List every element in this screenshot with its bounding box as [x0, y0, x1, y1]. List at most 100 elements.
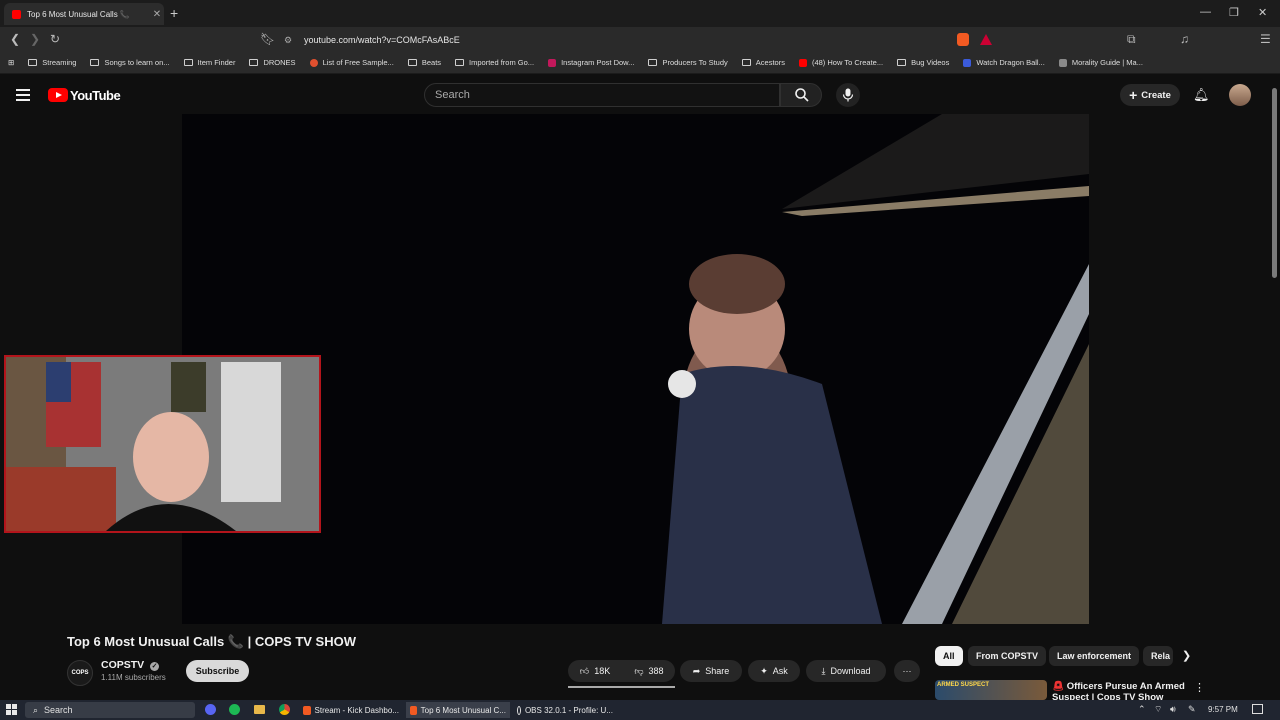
like-button[interactable]: 👍︎ 18K — [568, 660, 622, 682]
taskbar-app[interactable]: Stream - Kick Dashbo... — [299, 702, 403, 718]
bookmark-item[interactable]: Bug Videos — [897, 58, 949, 67]
more-actions-icon[interactable]: ··· — [894, 660, 920, 682]
microphone-icon — [842, 88, 854, 102]
bookmark-item[interactable]: Songs to learn on... — [90, 58, 170, 67]
url-text: youtube.com/watch?v=COMcFAsABcE — [304, 35, 460, 45]
chip-related[interactable]: Rela — [1143, 646, 1173, 666]
user-avatar[interactable] — [1229, 84, 1251, 106]
share-button[interactable]: ➦ Share — [680, 660, 742, 682]
taskbar-search[interactable]: ⌕ Search — [25, 702, 195, 718]
reload-icon[interactable]: ↻ — [50, 32, 60, 46]
browser-tab-bar — [0, 0, 1280, 27]
subscribe-button[interactable]: Subscribe — [186, 660, 249, 682]
minimize-icon[interactable]: — — [1200, 6, 1211, 18]
bookmark-item[interactable]: Watch Dragon Ball... — [963, 58, 1045, 67]
plus-icon: + — [1129, 87, 1138, 103]
brave-icon — [303, 705, 311, 715]
folder-icon — [741, 59, 751, 66]
youtube-logo-icon[interactable] — [48, 88, 68, 102]
site-icon — [963, 58, 972, 67]
bookmark-item[interactable]: Imported from Go... — [455, 58, 534, 67]
chip-all[interactable]: All — [935, 646, 963, 666]
webcam-overlay — [4, 355, 321, 533]
download-button[interactable]: ⤓ Download — [806, 660, 886, 682]
create-button[interactable]: + Create — [1120, 84, 1180, 106]
brave-shield-icon[interactable] — [957, 33, 969, 46]
tab-close-icon[interactable]: ✕ — [150, 9, 164, 20]
folder-icon — [28, 59, 38, 66]
recommendation-thumbnail[interactable]: ARMED SUSPECT — [935, 680, 1047, 700]
search-icon — [795, 88, 809, 102]
bookmark-item[interactable]: Streaming — [28, 58, 76, 67]
notification-center-icon[interactable] — [1252, 704, 1263, 714]
recommendation-menu-icon[interactable]: ⋮ — [1194, 681, 1205, 694]
site-info-icon[interactable]: ⚙ — [284, 35, 304, 46]
pen-icon[interactable]: ✎ — [1188, 704, 1196, 715]
bookmark-item[interactable]: (48) How To Create... — [798, 58, 883, 67]
page-scrollbar[interactable] — [1272, 88, 1277, 278]
discord-icon[interactable] — [205, 704, 216, 715]
address-bar[interactable]: ⚙ youtube.com/watch?v=COMcFAsABcE — [278, 31, 998, 49]
volume-icon[interactable]: 🔊︎ — [1170, 704, 1176, 715]
video-title: Top 6 Most Unusual Calls 📞 | COPS TV SHO… — [67, 634, 356, 649]
share-icon: ➦ — [692, 665, 701, 676]
spotify-icon[interactable] — [229, 704, 240, 715]
site-icon — [548, 58, 557, 67]
maximize-icon[interactable]: ❐ — [1229, 6, 1239, 19]
brave-icon — [410, 705, 417, 715]
channel-avatar[interactable]: COPS — [67, 660, 93, 686]
search-input[interactable]: Search — [424, 83, 780, 107]
folder-icon — [183, 59, 193, 66]
folder-icon — [455, 59, 465, 66]
bookmark-item[interactable]: Instagram Post Dow... — [548, 58, 634, 67]
brave-rewards-icon[interactable] — [980, 34, 992, 45]
file-explorer-icon[interactable] — [254, 705, 265, 714]
bookmark-item[interactable]: DRONES — [249, 58, 296, 67]
folder-icon — [407, 59, 417, 66]
forward-icon[interactable]: ❯ — [30, 32, 40, 46]
notifications-bell-icon[interactable]: 🔔︎ — [1193, 87, 1210, 103]
chevron-right-icon[interactable]: ❯ — [1182, 649, 1191, 662]
search-button[interactable] — [780, 83, 822, 107]
like-ratio-bar — [568, 686, 675, 688]
taskbar-app-active[interactable]: Top 6 Most Unusual C... — [406, 702, 510, 718]
folder-icon — [249, 59, 259, 66]
chip-law-enforcement[interactable]: Law enforcement — [1049, 646, 1140, 666]
bookmark-item[interactable]: Item Finder — [183, 58, 235, 67]
dislike-button[interactable]: 👎︎ 388 — [624, 660, 674, 682]
bookmark-item[interactable]: Morality Guide | Ma... — [1058, 58, 1143, 67]
bookmark-item[interactable]: List of Free Sample... — [309, 58, 394, 67]
bookmark-item[interactable]: Producers To Study — [648, 58, 728, 67]
new-tab-button[interactable]: + — [170, 5, 178, 21]
apps-icon[interactable]: ⊞ — [8, 58, 14, 67]
channel-name[interactable]: COPSTV ✓ — [101, 659, 160, 671]
media-icon[interactable]: ♫ — [1180, 32, 1189, 46]
chrome-icon[interactable] — [279, 704, 290, 715]
extensions-icon[interactable]: ⧉ — [1127, 32, 1136, 47]
ask-button[interactable]: ✦ Ask — [748, 660, 800, 682]
sparkle-icon: ✦ — [760, 665, 768, 676]
back-icon[interactable]: ❮ — [10, 32, 20, 46]
bookmark-item[interactable]: Beats — [407, 58, 441, 67]
close-window-icon[interactable]: ✕ — [1258, 6, 1267, 19]
site-icon — [1058, 58, 1067, 67]
taskbar-app[interactable]: OBS 32.0.1 - Profile: U... — [513, 702, 617, 718]
site-icon — [309, 58, 318, 67]
network-icon[interactable]: ⌔ — [1154, 704, 1162, 715]
alert-icon: 🚨︎ — [1052, 681, 1065, 692]
taskbar-clock[interactable]: 9:57 PM — [1208, 705, 1238, 714]
bookmark-icon[interactable]: 🔖︎ — [260, 32, 275, 46]
chip-from-channel[interactable]: From COPSTV — [968, 646, 1047, 666]
youtube-logo-text[interactable]: YouTube — [70, 88, 121, 103]
bookmark-item[interactable]: Acestors — [741, 58, 785, 67]
windows-start-icon[interactable] — [6, 704, 17, 715]
search-icon: ⌕ — [33, 704, 39, 715]
folder-icon — [648, 59, 658, 66]
menu-icon[interactable]: ☰ — [1260, 32, 1271, 46]
voice-search-button[interactable] — [836, 83, 860, 107]
hamburger-menu-icon[interactable] — [16, 89, 30, 101]
thumbs-up-icon: 👍︎ — [579, 665, 590, 676]
browser-tab-active[interactable]: Top 6 Most Unusual Calls 📞 ✕ — [4, 3, 164, 25]
bookmarks-bar: ⊞ Streaming Songs to learn on... Item Fi… — [0, 52, 1280, 74]
tray-chevron-icon[interactable]: ⌃ — [1138, 704, 1146, 715]
